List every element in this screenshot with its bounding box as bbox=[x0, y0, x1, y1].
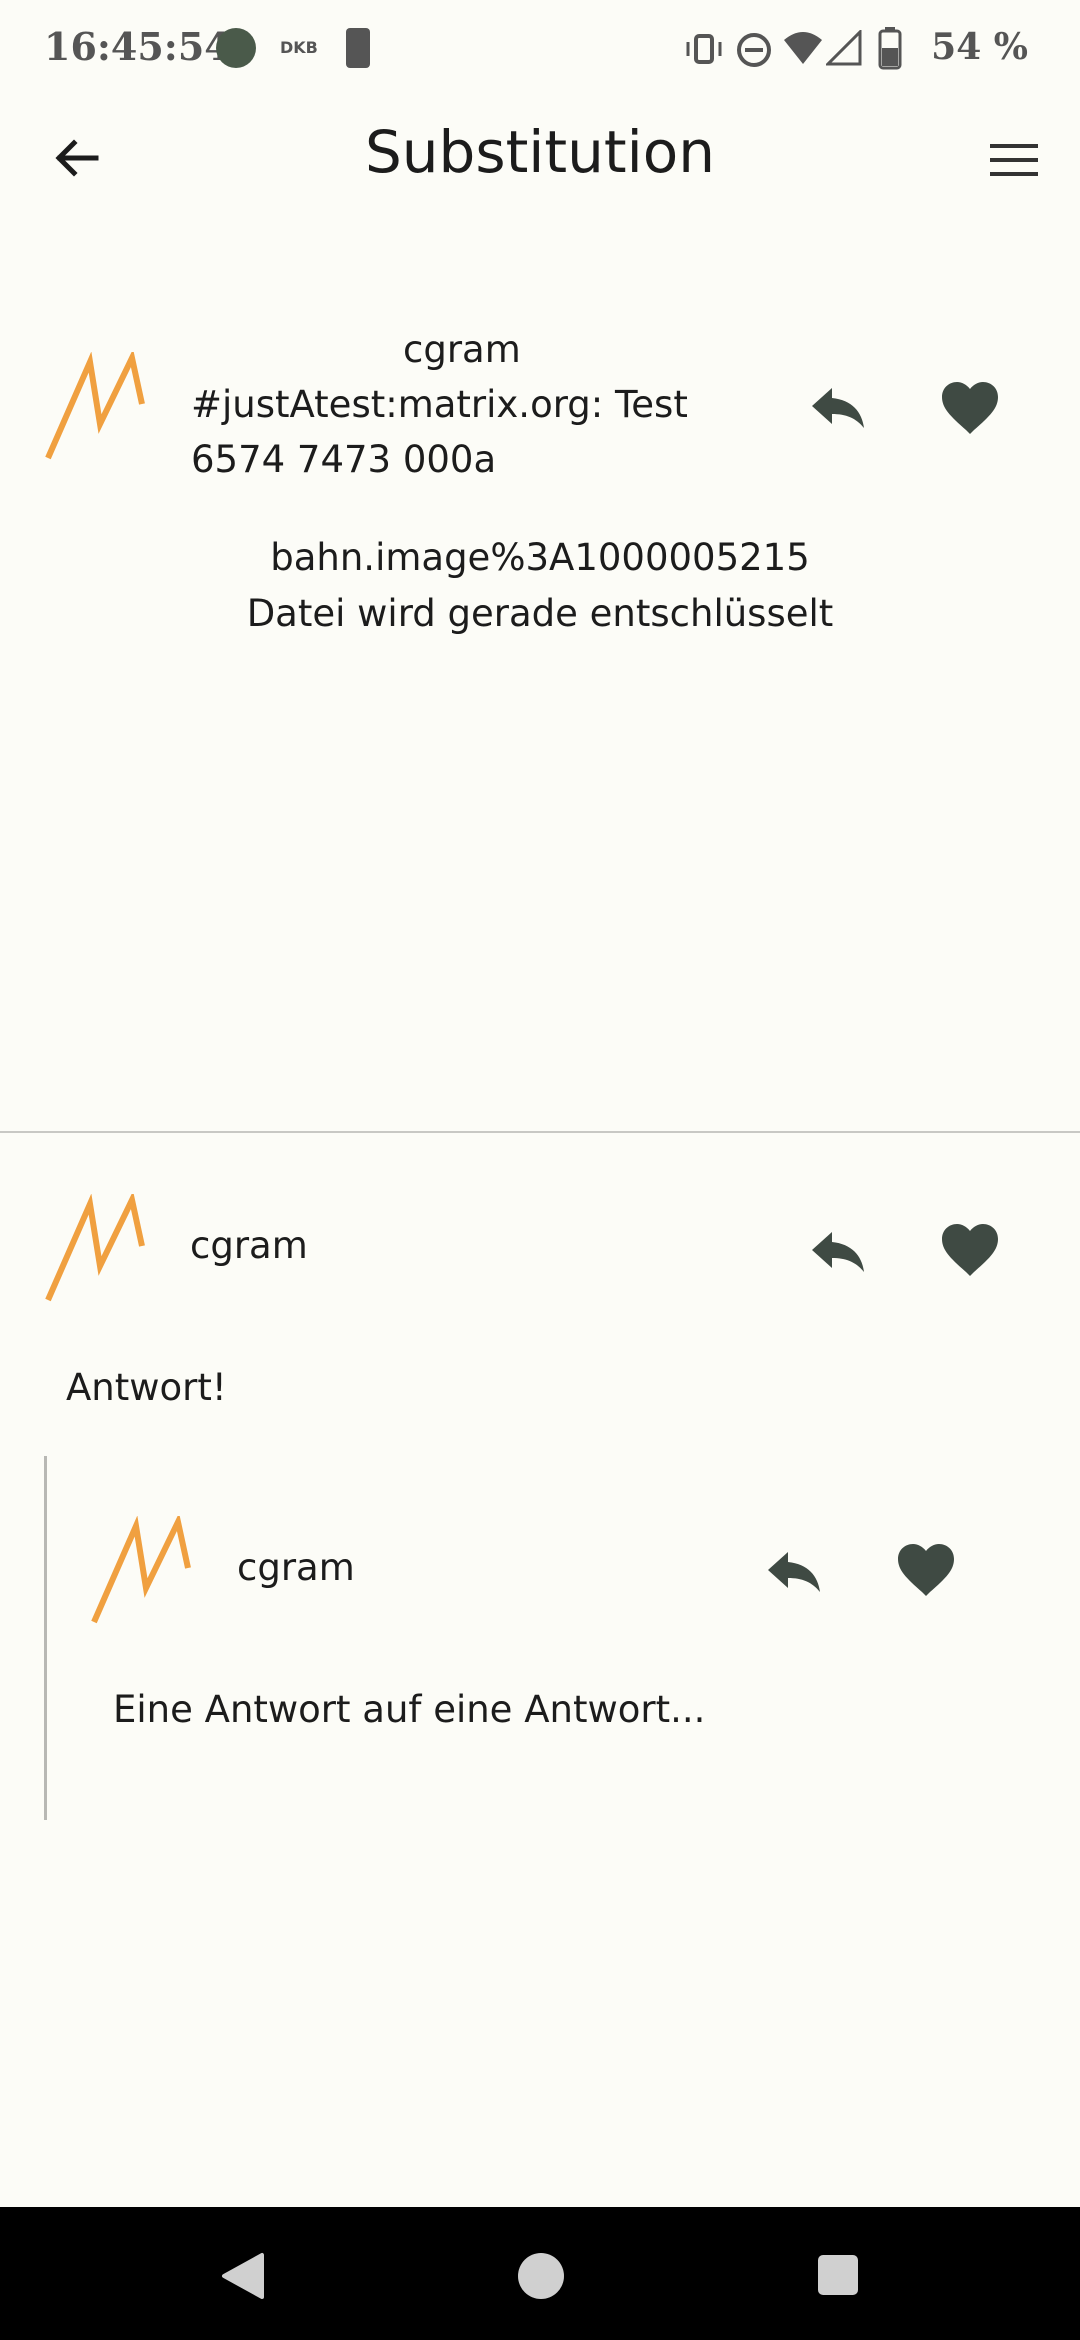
reply-author: cgram bbox=[190, 1224, 308, 1267]
thread-indent-line bbox=[44, 1456, 47, 1820]
attachment-file-name[interactable]: bahn.image%3A1000005215 bbox=[0, 536, 1080, 579]
nav-home-icon[interactable] bbox=[516, 2251, 566, 2301]
do-not-disturb-icon bbox=[737, 33, 771, 67]
page-title: Substitution bbox=[364, 118, 716, 186]
reply-icon[interactable] bbox=[810, 1228, 866, 1276]
avatar[interactable] bbox=[44, 1194, 148, 1306]
status-bar: 16:45:54 DKB 54 % bbox=[0, 0, 1080, 100]
system-navigation-bar bbox=[0, 2207, 1080, 2340]
nested-reply-body: Eine Antwort auf eine Antwort... bbox=[113, 1688, 706, 1731]
battery-icon bbox=[878, 27, 902, 70]
reply-icon[interactable] bbox=[766, 1548, 822, 1596]
status-time: 16:45:54 bbox=[44, 24, 231, 69]
hamburger-menu-icon[interactable] bbox=[988, 140, 1040, 180]
post-author: cgram bbox=[403, 328, 521, 371]
nav-back-icon[interactable] bbox=[218, 2251, 268, 2301]
heart-icon[interactable] bbox=[896, 1542, 956, 1598]
heart-icon[interactable] bbox=[940, 380, 1000, 436]
avatar[interactable] bbox=[44, 352, 148, 464]
nav-recents-icon[interactable] bbox=[816, 2253, 860, 2297]
vibrate-icon bbox=[686, 34, 722, 64]
battery-percentage: 54 % bbox=[931, 26, 1028, 68]
reply-icon[interactable] bbox=[810, 384, 866, 432]
nested-reply-author: cgram bbox=[237, 1546, 355, 1589]
avatar[interactable] bbox=[90, 1516, 194, 1628]
post-text-line1: #justAtest:matrix.org: Test bbox=[191, 383, 688, 426]
heart-icon[interactable] bbox=[940, 1222, 1000, 1278]
notification-label: DKB bbox=[280, 38, 318, 57]
reply-body: Antwort! bbox=[66, 1366, 227, 1409]
cellular-signal-icon bbox=[826, 30, 862, 66]
post-text-line2: 6574 7473 000a bbox=[191, 438, 497, 481]
divider bbox=[0, 1131, 1080, 1133]
wifi-icon bbox=[784, 32, 822, 64]
contact-avatar-icon bbox=[216, 28, 256, 68]
sim-icon bbox=[346, 28, 370, 68]
attachment-status: Datei wird gerade entschlüsselt bbox=[246, 592, 834, 635]
